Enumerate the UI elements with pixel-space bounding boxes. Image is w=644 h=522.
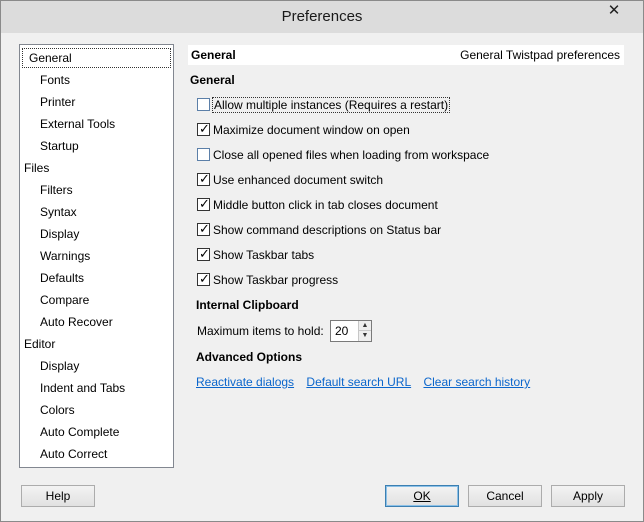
tree-item-fonts[interactable]: Fonts — [40, 70, 70, 90]
panel-header-title: General — [191, 48, 236, 62]
tree-item-display[interactable]: Display — [40, 356, 79, 376]
option-row[interactable]: Allow multiple instances (Requires a res… — [197, 97, 451, 113]
spin-up-icon[interactable]: ▲ — [359, 321, 371, 331]
reactivate-dialogs-link[interactable]: Reactivate dialogs — [196, 375, 294, 389]
apply-button-label: Apply — [572, 489, 604, 503]
option-row[interactable]: ✓ Use enhanced document switch — [197, 171, 383, 188]
checkbox-unchecked-icon[interactable] — [197, 98, 210, 111]
checkbox-checked-icon[interactable]: ✓ — [197, 121, 210, 136]
general-section-title: General — [190, 73, 235, 87]
apply-button[interactable]: Apply — [551, 485, 625, 507]
tree-item-external-tools[interactable]: External Tools — [40, 114, 115, 134]
tree-item-colors[interactable]: Colors — [40, 400, 75, 420]
option-label[interactable]: Maximize document window on open — [213, 123, 410, 137]
preferences-window: Preferences ✕ General Fonts Printer Externa… — [0, 0, 644, 522]
clipboard-section-title: Internal Clipboard — [196, 298, 299, 312]
tree-item-printer[interactable]: Printer — [40, 92, 75, 112]
tree-item-filters[interactable]: Filters — [40, 180, 73, 200]
cancel-button-label: Cancel — [486, 489, 524, 503]
help-button[interactable]: Help — [21, 485, 95, 507]
option-label[interactable]: Show Taskbar progress — [213, 273, 338, 287]
option-label[interactable]: Show command descriptions on Status bar — [213, 223, 441, 237]
tree-item-display[interactable]: Display — [40, 224, 79, 244]
tree-item-auto-recover[interactable]: Auto Recover — [40, 312, 113, 332]
max-items-label: Maximum items to hold: — [197, 324, 324, 338]
option-label[interactable]: Allow multiple instances (Requires a res… — [211, 97, 451, 113]
checkbox-unchecked-icon[interactable] — [197, 148, 210, 161]
tree-item-auto-complete[interactable]: Auto Complete — [40, 422, 119, 442]
option-label[interactable]: Close all opened files when loading from… — [213, 148, 489, 162]
checkbox-checked-icon[interactable]: ✓ — [197, 271, 210, 286]
option-row[interactable]: ✓ Maximize document window on open — [197, 121, 410, 138]
panel-header: General General Twistpad preferences — [188, 45, 624, 65]
dialog-body: General Fonts Printer External Tools Startup… — [8, 33, 636, 515]
tree-item-auto-correct[interactable]: Auto Correct — [40, 444, 107, 464]
max-items-stepper[interactable]: 20 ▲ ▼ — [330, 320, 372, 342]
checkbox-checked-icon[interactable]: ✓ — [197, 171, 210, 186]
checkbox-checked-icon[interactable]: ✓ — [197, 221, 210, 236]
settings-panel: General General Twistpad preferences Gen… — [188, 45, 624, 465]
tree-item-compare[interactable]: Compare — [40, 290, 89, 310]
spin-buttons: ▲ ▼ — [358, 321, 371, 341]
window-title: Preferences — [281, 8, 363, 25]
max-items-value[interactable]: 20 — [335, 321, 348, 341]
option-label[interactable]: Middle button click in tab closes docume… — [213, 198, 438, 212]
ok-button-label: OK — [413, 489, 431, 503]
checkbox-checked-icon[interactable]: ✓ — [197, 196, 210, 211]
tree-item-startup[interactable]: Startup — [40, 136, 79, 156]
option-row[interactable]: ✓ Show command descriptions on Status bar — [197, 221, 441, 238]
max-items-row: Maximum items to hold: 20 ▲ ▼ — [197, 320, 372, 342]
panel-header-description: General Twistpad preferences — [460, 48, 620, 62]
category-tree[interactable]: General Fonts Printer External Tools Startup… — [19, 44, 174, 468]
option-label[interactable]: Use enhanced document switch — [213, 173, 383, 187]
checkbox-checked-icon[interactable]: ✓ — [197, 246, 210, 261]
option-row[interactable]: ✓ Show Taskbar progress — [197, 271, 338, 288]
close-icon[interactable]: ✕ — [591, 1, 637, 23]
option-row[interactable]: Close all opened files when loading from… — [197, 147, 489, 163]
help-button-label: Help — [45, 489, 71, 503]
option-label[interactable]: Show Taskbar tabs — [213, 248, 314, 262]
clear-search-history-link[interactable]: Clear search history — [423, 375, 530, 389]
advanced-section-title: Advanced Options — [196, 350, 303, 364]
option-row[interactable]: ✓ Show Taskbar tabs — [197, 246, 314, 263]
ok-button[interactable]: OK — [385, 485, 459, 507]
tree-item-syntax[interactable]: Syntax — [40, 202, 77, 222]
cancel-button[interactable]: Cancel — [468, 485, 542, 507]
option-row[interactable]: ✓ Middle button click in tab closes docum… — [197, 196, 438, 213]
tree-item-general[interactable]: General — [22, 48, 171, 68]
tree-item-warnings[interactable]: Warnings — [40, 246, 90, 266]
advanced-links: Reactivate dialogs Default search URL Cl… — [196, 375, 539, 391]
tree-item-editor[interactable]: Editor — [24, 334, 55, 354]
default-search-url-link[interactable]: Default search URL — [306, 375, 411, 389]
tree-item-files[interactable]: Files — [24, 158, 49, 178]
title-bar: Preferences ✕ — [1, 1, 643, 33]
tree-item-defaults[interactable]: Defaults — [40, 268, 84, 288]
tree-item-indent-and-tabs[interactable]: Indent and Tabs — [40, 378, 125, 398]
spin-down-icon[interactable]: ▼ — [359, 331, 371, 341]
